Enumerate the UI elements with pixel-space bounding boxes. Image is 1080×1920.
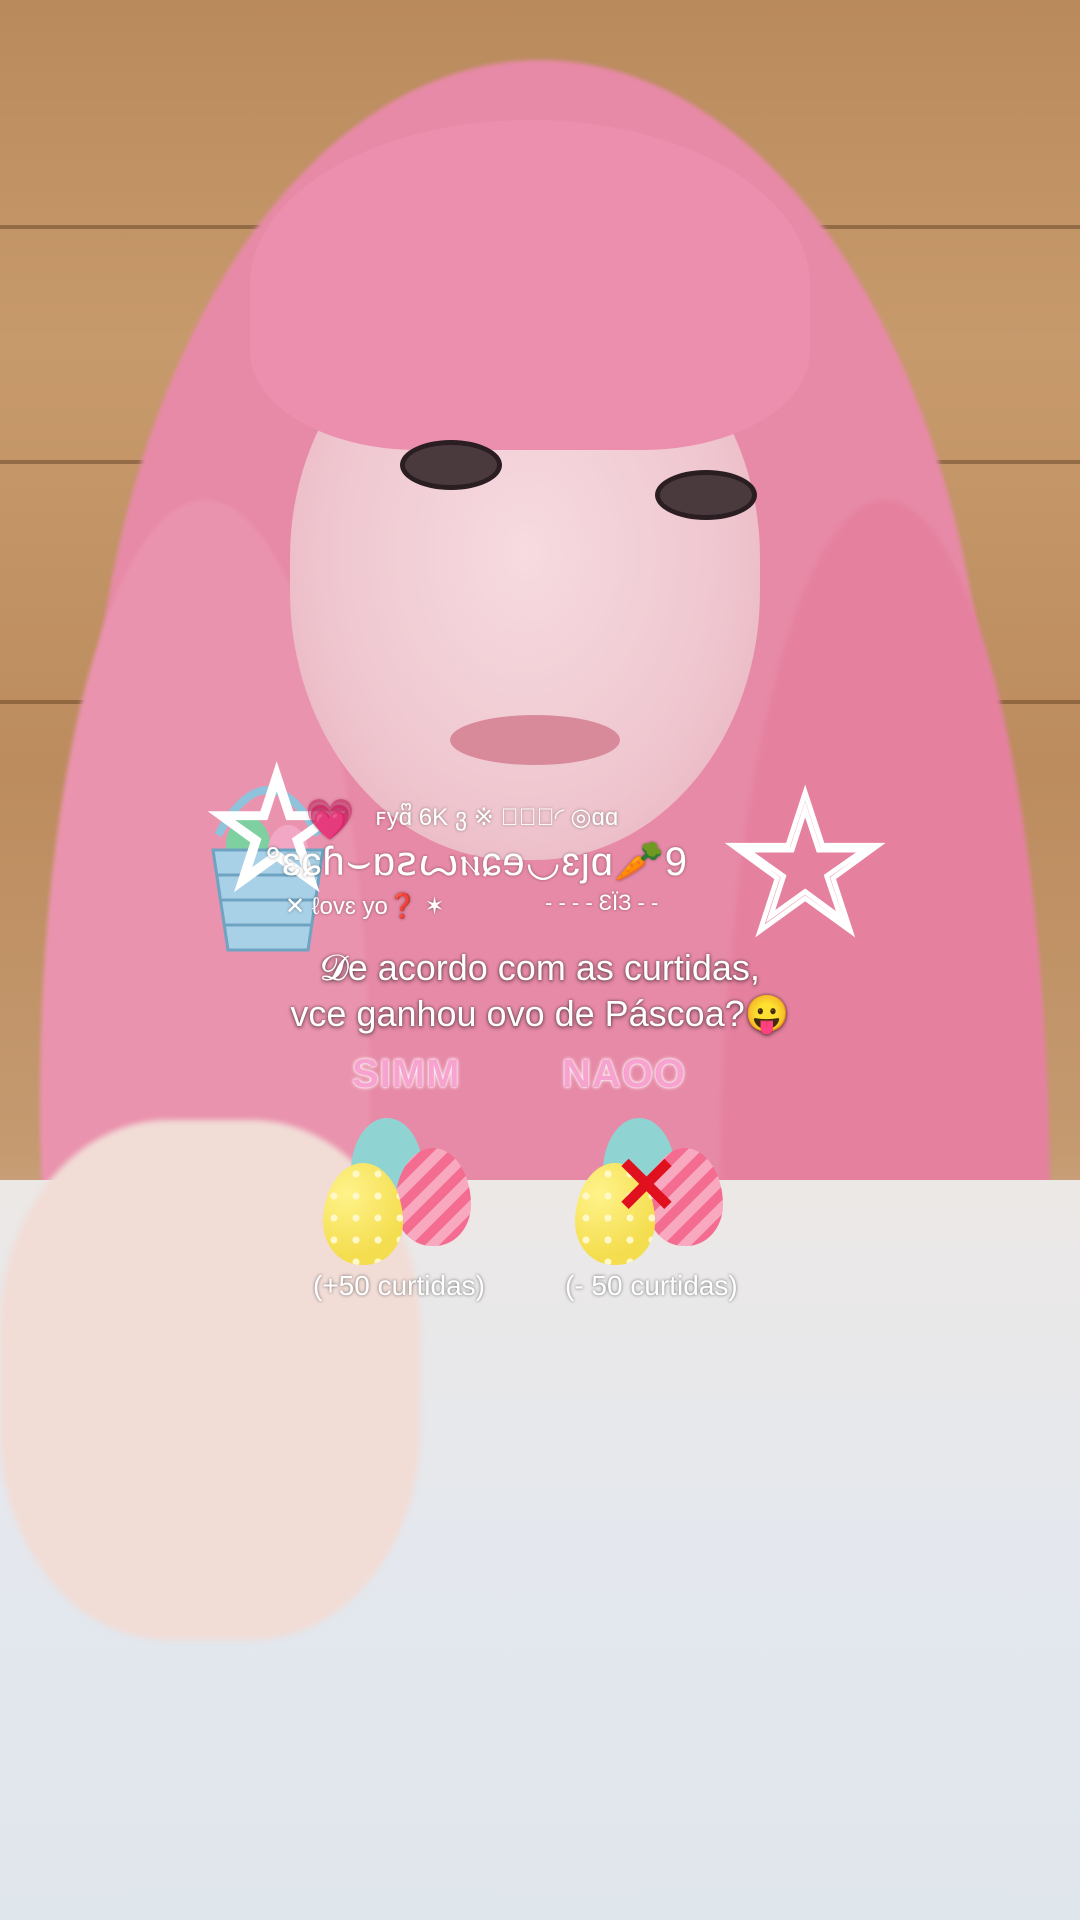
star-outline-icon: ☆ <box>717 759 892 971</box>
option-no-sub: (- 50 curtidas) <box>565 1270 738 1301</box>
pink-egg-icon <box>395 1148 471 1246</box>
question-text: 𝓓e acordo com as curtidas, vce ganhou ov… <box>0 945 1080 1037</box>
decoration-main-line: °ɛɕɦ⌣ɒꙅꙍⲛɕɘ◡ɛȷɑ🥕9 <box>265 840 689 884</box>
decoration-top-line: ꜰyɑᩚ 6K ვ ※ ◝᷼᷼◜ ◎ɑɑ <box>375 804 619 831</box>
option-no-label: NAOO <box>562 1052 686 1096</box>
question-line-1: 𝓓e acordo com as curtidas, <box>320 947 760 988</box>
option-yes-sub: (+50 curtidas) <box>313 1270 485 1301</box>
bangs <box>250 120 810 450</box>
lips <box>450 715 620 765</box>
right-eye <box>655 470 757 520</box>
question-line-2: vce ganhou ovo de Páscoa?😛 <box>290 993 790 1034</box>
option-yes-label: SIMM <box>352 1052 461 1096</box>
left-eye <box>400 440 502 490</box>
red-cross-icon: ✕ <box>613 1141 681 1230</box>
easter-eggs-icon <box>323 1118 483 1268</box>
decoration-love-line: ✕ ℓovɛ yo❓ ✶ <box>285 893 445 920</box>
decoration-dash-line: - - - - ƐЇЗ - - <box>545 890 659 915</box>
easter-eggs-crossed-icon: ✕ <box>575 1118 735 1268</box>
heart-icon: 💗 <box>305 798 355 842</box>
